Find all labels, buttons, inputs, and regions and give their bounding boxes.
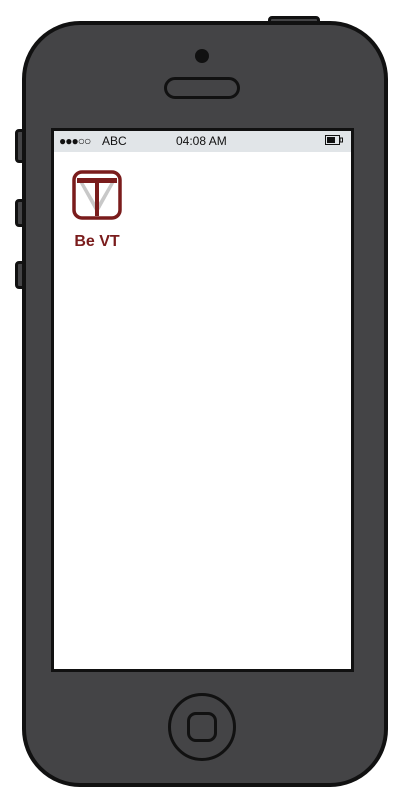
app-label: Be VT	[74, 233, 120, 250]
status-time: 04:08 AM	[176, 134, 227, 148]
device-mockup: ●●●○○ ABC 04:08 AM Be VT	[0, 0, 414, 808]
home-button[interactable]	[168, 693, 236, 761]
battery-icon	[325, 135, 343, 145]
front-camera-icon	[195, 49, 209, 63]
carrier-label: ABC	[102, 134, 127, 148]
earpiece-speaker-icon	[164, 77, 240, 99]
status-bar: ●●●○○ ABC 04:08 AM	[54, 131, 351, 152]
phone-screen: ●●●○○ ABC 04:08 AM Be VT	[51, 128, 354, 672]
signal-strength-icon: ●●●○○	[59, 134, 91, 148]
home-square-icon	[187, 712, 217, 742]
app-be-vt[interactable]: Be VT	[69, 170, 125, 251]
be-vt-icon	[72, 170, 122, 220]
